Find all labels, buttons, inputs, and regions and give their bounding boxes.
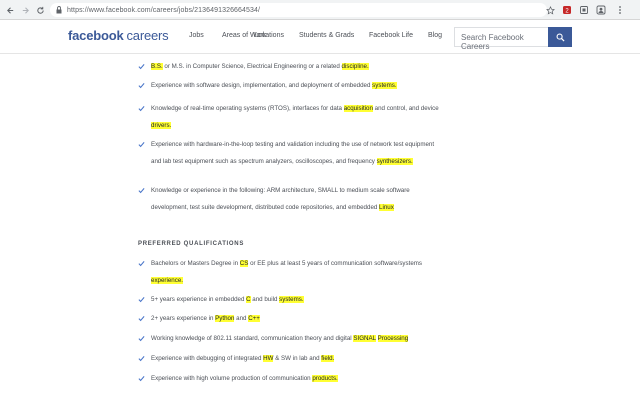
qualification-item: 5+ years experience in embedded C and bu… [151, 291, 441, 308]
qualification-text: and control, and device [372, 105, 439, 112]
nav-locations[interactable]: Locations [254, 32, 284, 39]
lock-icon [56, 6, 62, 14]
qualification-text: and build [250, 296, 280, 303]
qualification-text: or EE plus at least 5 years of communica… [248, 260, 423, 267]
checkmark-icon [138, 261, 145, 267]
highlighted-text: synthesizers. [376, 158, 413, 165]
qualification-text: Experience with debugging of integrated [151, 355, 264, 362]
qualification-item: Experience with high volume production o… [151, 370, 441, 387]
profile-icon[interactable] [595, 3, 607, 17]
highlighted-text: B.S. [151, 63, 163, 70]
forward-icon[interactable] [18, 3, 32, 17]
highlighted-text: acquisition [343, 105, 373, 112]
reload-icon[interactable] [33, 3, 47, 17]
qualification-text: and [234, 315, 249, 322]
checkmark-icon [138, 297, 145, 303]
job-qualifications: PREFERRED QUALIFICATIONS B.S. or M.S. in… [0, 54, 640, 400]
search-button[interactable] [548, 27, 572, 47]
highlighted-text: systems. [372, 82, 397, 89]
address-bar[interactable]: https://www.facebook.com/careers/jobs/21… [50, 3, 547, 17]
logo-suffix: careers [126, 28, 169, 43]
extension-icon[interactable]: 2 [561, 3, 573, 17]
qualification-item: Experience with debugging of integrated … [151, 350, 441, 367]
qualification-item: Knowledge or experience in the following… [151, 182, 441, 216]
checkmark-icon [138, 106, 145, 112]
checkmark-icon [138, 64, 145, 70]
highlighted-text: Python [215, 315, 235, 322]
checkmark-icon [138, 356, 145, 362]
highlighted-text: SIGNAL [353, 335, 376, 342]
qualification-text: Knowledge or experience in the following… [151, 187, 410, 211]
highlighted-text: C++ [248, 315, 260, 322]
highlighted-text: field. [321, 355, 335, 362]
qualification-item: Experience with hardware-in-the-loop tes… [151, 136, 441, 170]
search-input[interactable]: Search Facebook Careers [454, 27, 548, 51]
highlighted-text: Processing [377, 335, 409, 342]
url-text: https://www.facebook.com/careers/jobs/21… [67, 6, 261, 14]
nav-blog[interactable]: Blog [428, 32, 442, 39]
extension-icon-2[interactable] [578, 3, 590, 17]
menu-icon[interactable] [614, 3, 626, 17]
checkmark-icon [138, 83, 145, 89]
checkmark-icon [138, 188, 145, 194]
logo-brand: facebook [68, 28, 124, 43]
qualification-text: Experience with software design, impleme… [151, 82, 373, 89]
qualification-text: & SW in lab and [273, 355, 322, 362]
nav-jobs[interactable]: Jobs [189, 32, 204, 39]
qualification-text: Knowledge of real-time operating systems… [151, 105, 344, 112]
preferred-qualifications-heading: PREFERRED QUALIFICATIONS [138, 241, 245, 247]
qualification-text: or M.S. in Computer Science, Electrical … [162, 63, 342, 70]
site-header: facebook careers Jobs Areas of Work Locat… [0, 20, 640, 54]
qualification-item: 2+ years experience in Python and C++ [151, 310, 441, 327]
qualification-text: Working knowledge of 802.11 standard, co… [151, 335, 354, 342]
qualification-item: Bachelors or Masters Degree in CS or EE … [151, 255, 441, 289]
highlighted-text: discipline. [341, 63, 369, 70]
browser-toolbar: https://www.facebook.com/careers/jobs/21… [0, 0, 640, 20]
highlighted-text: Linux [379, 204, 394, 211]
highlighted-text: systems. [279, 296, 304, 303]
star-icon[interactable] [544, 3, 556, 17]
checkmark-icon [138, 316, 145, 322]
back-icon[interactable] [3, 3, 17, 17]
checkmark-icon [138, 336, 145, 342]
qualification-item: Knowledge of real-time operating systems… [151, 100, 441, 134]
highlighted-text: drivers. [151, 122, 172, 129]
checkmark-icon [138, 376, 145, 382]
qualification-item: Working knowledge of 802.11 standard, co… [151, 330, 441, 347]
search-icon [556, 33, 565, 42]
qualification-item: Experience with software design, impleme… [151, 77, 441, 94]
qualification-text: Experience with high volume production o… [151, 375, 313, 382]
highlighted-text: experience. [151, 277, 183, 284]
qualification-text: Bachelors or Masters Degree in [151, 260, 240, 267]
qualification-text: 2+ years experience in [151, 315, 216, 322]
highlighted-text: HW [263, 355, 274, 362]
highlighted-text: products. [312, 375, 338, 382]
checkmark-icon [138, 142, 145, 148]
qualification-item: B.S. or M.S. in Computer Science, Electr… [151, 58, 441, 75]
nav-students-grads[interactable]: Students & Grads [299, 32, 354, 39]
nav-facebook-life[interactable]: Facebook Life [369, 32, 413, 39]
facebook-careers-logo[interactable]: facebook careers [68, 28, 169, 43]
qualification-text: 5+ years experience in embedded [151, 296, 247, 303]
